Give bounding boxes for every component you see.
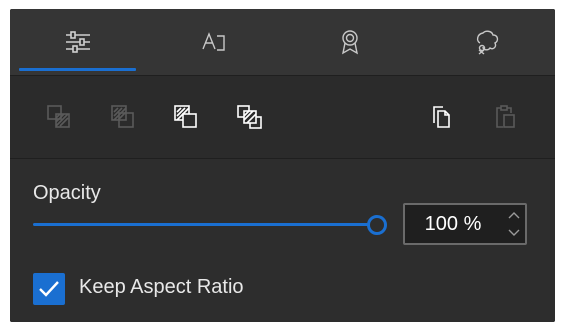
send-to-back-icon [47, 105, 70, 128]
active-tab-indicator [19, 68, 136, 71]
opacity-value[interactable]: 100 % [405, 205, 501, 243]
palette-icon [476, 30, 498, 55]
chevron-down-icon[interactable] [507, 227, 521, 239]
keep-aspect-ratio-checkbox[interactable] [33, 273, 65, 305]
tab-style[interactable] [418, 9, 555, 75]
tab-badge[interactable] [282, 9, 418, 75]
tab-bar [10, 9, 555, 75]
checkmark-icon [39, 281, 59, 297]
bring-to-front-button[interactable] [235, 102, 265, 132]
bring-forward-icon [174, 105, 197, 128]
arrange-toolbar [10, 76, 555, 158]
send-backward-button[interactable] [108, 102, 138, 132]
properties-panel: Opacity 100 % Keep Aspect Ratio [10, 9, 555, 322]
opacity-section: Opacity 100 % Keep Aspect Ratio [10, 159, 555, 322]
tab-adjustments[interactable] [10, 9, 146, 75]
spin-arrows [507, 209, 521, 239]
paste-icon [496, 105, 515, 128]
opacity-slider-thumb[interactable] [367, 215, 387, 235]
sliders-icon [66, 31, 90, 53]
opacity-slider-track[interactable] [33, 223, 369, 226]
tab-text[interactable] [146, 9, 282, 75]
paste-button[interactable] [490, 102, 520, 132]
bring-forward-button[interactable] [171, 102, 201, 132]
award-icon [342, 30, 358, 55]
keep-aspect-ratio-label[interactable]: Keep Aspect Ratio [79, 276, 244, 299]
send-to-back-button[interactable] [44, 102, 74, 132]
send-backward-icon [111, 105, 134, 128]
bring-to-front-icon [237, 105, 262, 129]
copy-icon [433, 106, 450, 128]
copy-button[interactable] [426, 102, 456, 132]
opacity-label: Opacity [33, 182, 101, 204]
text-box-icon [202, 32, 225, 51]
chevron-up-icon[interactable] [507, 209, 521, 221]
opacity-spinbox[interactable]: 100 % [403, 203, 527, 245]
